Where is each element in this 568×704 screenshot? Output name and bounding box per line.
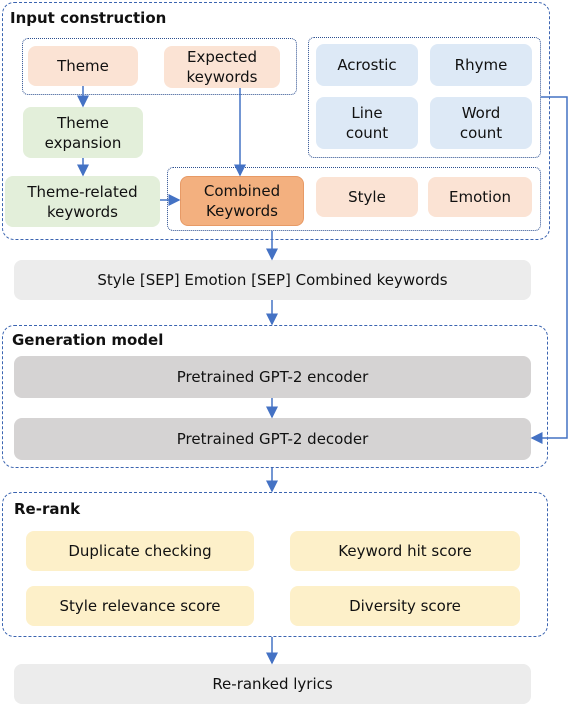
- arrows-layer: [77, 86, 568, 665]
- arrow-constraints-to-decoder: [530, 96, 568, 444]
- diagram: Input construction Theme Expected keywor…: [0, 0, 568, 704]
